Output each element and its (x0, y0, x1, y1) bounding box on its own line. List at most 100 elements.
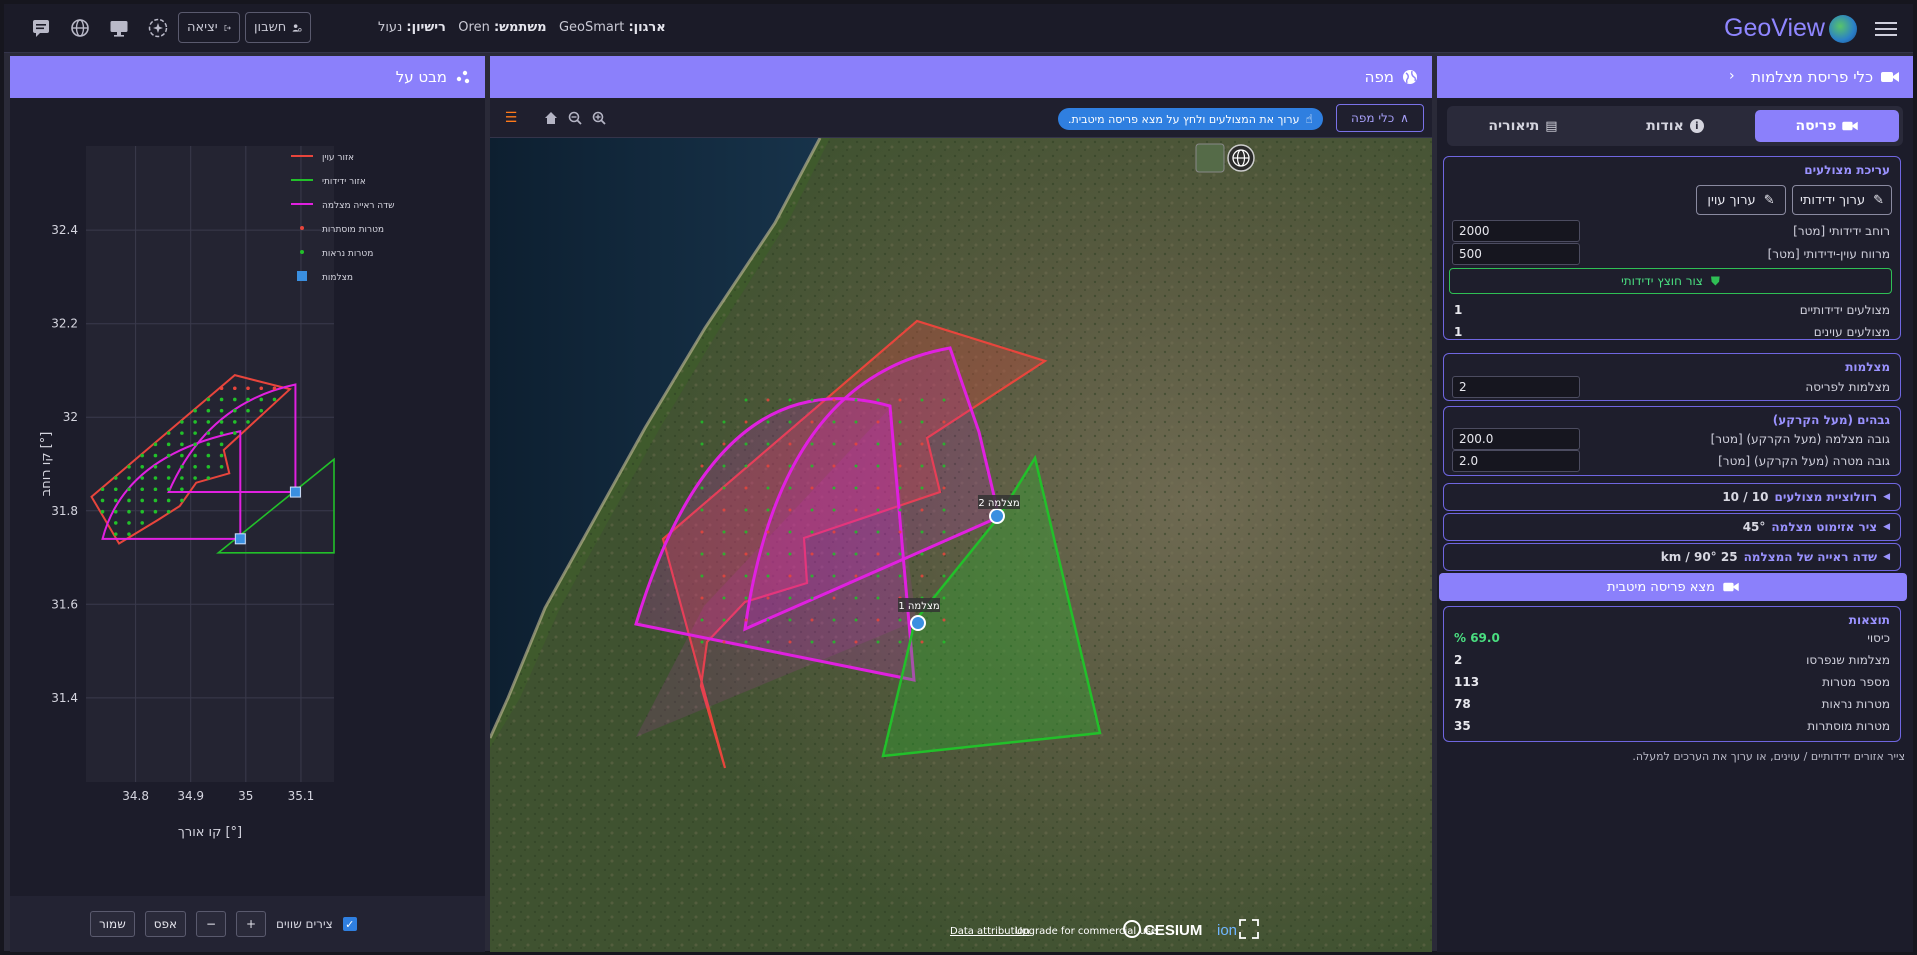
imagery-layer-button[interactable] (1195, 143, 1225, 173)
hidden-label: מטרות מוסתרות (1807, 719, 1890, 733)
visible-target-dot (193, 442, 197, 447)
visible-target-dot (180, 476, 184, 480)
tab-about[interactable]: אודות i (1603, 110, 1747, 142)
camera-1-marker[interactable] (910, 615, 926, 631)
cameras-card: מצלמות מצלמות לפריסה 2 (1443, 353, 1901, 401)
hostile-count-row: מצולעים עוינים 1 (1452, 321, 1890, 343)
tab-theory-label: תיאוריה (1488, 118, 1540, 134)
overview-title: מבט על (395, 68, 447, 86)
visible-target-dot (113, 509, 118, 514)
map-hidden-target (722, 508, 726, 512)
chat-icon[interactable] (26, 14, 56, 42)
earth-icon (1403, 70, 1417, 84)
targets-label: מספר מטרות (1822, 675, 1890, 689)
map-visible-target (788, 530, 792, 534)
visible-target-dot (180, 498, 184, 503)
friendly-count-value: 1 (1454, 303, 1463, 317)
layers-icon[interactable]: ☰ (502, 109, 520, 127)
map-visible-target (854, 464, 858, 468)
ai-spark-icon[interactable] (143, 14, 173, 42)
map-visible-target (722, 420, 726, 424)
visible-target-dot (233, 397, 237, 402)
visible-target-dot (127, 476, 131, 480)
pencil-icon: ✎ (1763, 192, 1775, 208)
save-button[interactable]: שמור (90, 911, 135, 937)
zoom-in-button[interactable]: + (236, 911, 267, 937)
edit-hostile-button[interactable]: ✎ ערוך עוין (1696, 185, 1786, 215)
map-visible-target (920, 486, 924, 490)
create-buffer-button[interactable]: ⛊ צור חוצץ ידידותי (1449, 268, 1892, 294)
map-visible-target (722, 530, 726, 534)
gap-input[interactable]: 500 (1452, 243, 1580, 265)
map-hidden-target (788, 574, 792, 578)
map-visible-target (920, 552, 924, 556)
map-hidden-target (810, 552, 814, 556)
visible-label: מטרות נראות (1821, 697, 1890, 711)
polygon-resolution-collapsible[interactable]: ◀ רזולוציית מצולעים 10 / 10 (1443, 483, 1901, 511)
map-visible-target (788, 464, 792, 468)
find-optimal-button[interactable]: מצא פריסה מיטבית (1439, 573, 1907, 601)
polygon-resolution-value: 10 / 10 (1722, 490, 1769, 504)
visible-target-dot (246, 408, 250, 413)
monitor-icon[interactable] (104, 14, 134, 42)
hidden-row: מטרות מוסתרות 35 (1452, 715, 1890, 737)
friendly-width-input[interactable]: 2000 (1452, 220, 1580, 242)
tab-deploy[interactable]: פריסה (1755, 110, 1899, 142)
legend-swatch (300, 250, 304, 254)
gap-row: מרווח עוין-ידידותי [מטר] 500 (1452, 243, 1890, 265)
visible-target-dot (180, 465, 184, 469)
visible-value: 78 (1454, 697, 1471, 711)
zoom-out-button[interactable]: − (196, 911, 227, 937)
map-visible-target (744, 530, 748, 534)
zoom-in-icon[interactable] (590, 109, 608, 127)
visible-target-dot (219, 420, 224, 424)
map-hidden-target (942, 486, 946, 490)
camera-height-input[interactable]: 200.0 (1452, 428, 1580, 450)
tab-theory[interactable]: תיאוריה ▤ (1451, 110, 1595, 142)
visible-target-dot (233, 420, 237, 424)
map-hidden-target (876, 552, 880, 556)
map-visible-target (832, 552, 836, 556)
map-hidden-target (788, 508, 792, 512)
map-visible-target (744, 640, 748, 644)
map-hidden-target (722, 442, 726, 446)
visible-target-dot (166, 465, 171, 469)
azimuth-collapsible[interactable]: ◀ ציר אזימוט מצלמה 45° (1443, 513, 1901, 541)
account-button[interactable]: חשבון (245, 12, 311, 43)
equal-axes-checkbox[interactable]: ✓ (342, 917, 357, 931)
globe-language-icon[interactable] (65, 14, 95, 42)
overview-plot[interactable]: 32.4 32.2 32 31.8 31.6 31.4 34.8 34.9 35 35.1 אזו… (10, 98, 485, 896)
map-hidden-target (766, 464, 770, 468)
map-view[interactable]: מצלמה 1 מצלמה 2 Data attribution Upgrade… (490, 138, 1432, 952)
logout-label: יציאה (187, 20, 218, 35)
cesium-logo-text: CESIUM (1144, 922, 1202, 939)
per-deploy-input[interactable]: 2 (1452, 376, 1580, 398)
home-icon[interactable] (542, 109, 560, 127)
edit-friendly-button[interactable]: ✎ ערוך ידידותי (1792, 185, 1892, 215)
map-tools-button[interactable]: כלי מפה ∧ (1336, 104, 1424, 132)
zoom-out-icon[interactable] (566, 109, 584, 127)
logout-button[interactable]: יציאה (178, 12, 240, 43)
fov-collapsible[interactable]: ◀ שדה ראייה של המצלמה 25 km / 90° (1443, 543, 1901, 571)
visible-target-dot (166, 453, 171, 458)
license-label: רישיון: (406, 20, 446, 35)
reset-button[interactable]: אפס (144, 911, 187, 937)
x-tick-label: 34.8 (122, 789, 149, 803)
map-visible-target (876, 574, 880, 578)
map-hidden-target (766, 530, 770, 534)
chevron-right-icon[interactable]: › (1729, 68, 1735, 84)
camera-2-marker[interactable] (989, 508, 1005, 524)
target-height-row: גובה מטרה (מעל הקרקע) [מטר] 2.0 (1452, 450, 1890, 472)
menu-icon[interactable] (1875, 18, 1897, 38)
map-visible-target (942, 398, 946, 402)
equal-axes-label: צירים שווים (276, 917, 333, 931)
map-visible-target (700, 618, 704, 622)
coverage-row: כיסוי 69.0 % (1452, 627, 1890, 649)
camera-1-label: מצלמה 1 (898, 601, 939, 612)
target-height-input[interactable]: 2.0 (1452, 450, 1580, 472)
map-hidden-target (920, 442, 924, 446)
visible-row: מטרות נראות 78 (1452, 693, 1890, 715)
map-visible-target (920, 420, 924, 424)
visible-target-dot (206, 476, 211, 480)
tab-deploy-label: פריסה (1795, 118, 1837, 134)
